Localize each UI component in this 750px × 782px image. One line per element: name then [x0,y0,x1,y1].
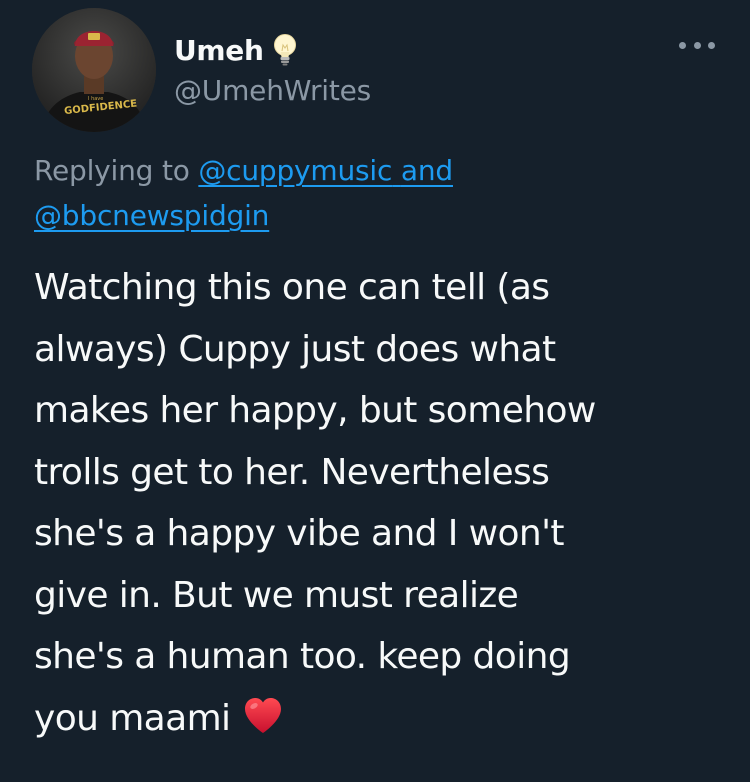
avatar-shirt-small-text: I have [88,96,103,102]
replying-to-label: Replying to [34,154,190,187]
mention-link-cuppymusic[interactable]: @cuppymusic and [198,154,453,187]
avatar[interactable]: I have GODFIDENCE [32,8,156,132]
red-heart-icon [242,694,284,734]
tweet-text: Watching this one can tell (as always) C… [34,267,596,739]
replying-to: Replying to @cuppymusic and @bbcnewspidg… [34,148,724,238]
more-options-icon[interactable] [679,36,715,54]
display-name[interactable]: Umeh [174,34,264,67]
mention-link-bbcnewspidgin[interactable]: @bbcnewspidgin [34,199,269,232]
tweet-body: Watching this one can tell (as always) C… [34,257,734,749]
lightbulb-icon [272,33,298,67]
tweet-card: I have GODFIDENCE Umeh @UmehWrites Reply… [0,0,750,782]
user-handle[interactable]: @UmehWrites [174,74,371,107]
author-name-row: Umeh [174,30,298,70]
